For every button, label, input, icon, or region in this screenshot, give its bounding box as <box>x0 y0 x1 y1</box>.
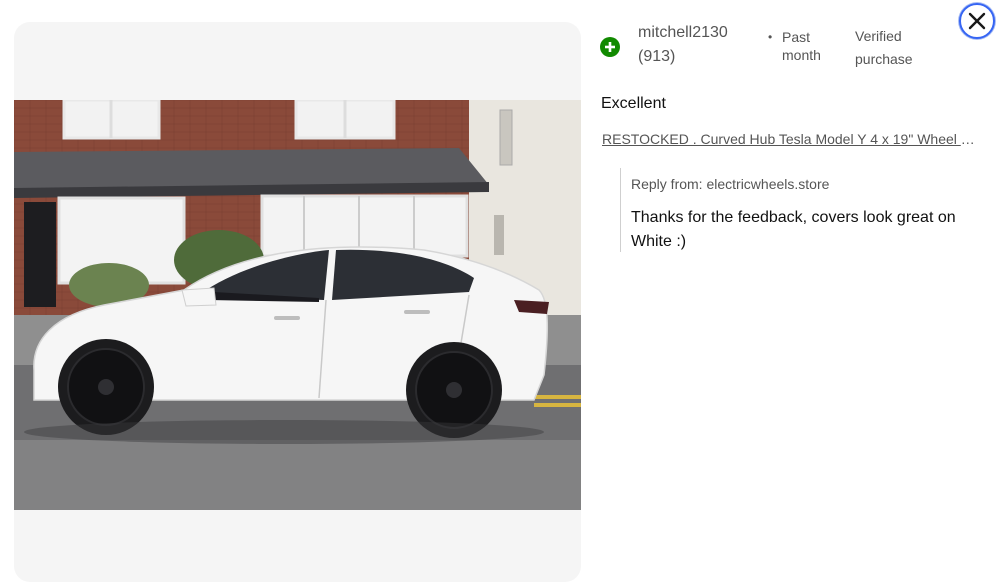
close-icon <box>968 12 986 30</box>
item-title-link[interactable]: RESTOCKED . Curved Hub Tesla Model Y 4 x… <box>602 131 982 147</box>
reviewer-header: mitchell2130 (913) • Past month Verified… <box>600 22 980 72</box>
close-button[interactable] <box>959 3 995 39</box>
reply-text: Thanks for the feedback, covers look gre… <box>631 209 956 250</box>
reviewer-score: (913) <box>638 48 676 65</box>
review-comment: Excellent <box>601 95 666 112</box>
review-photo[interactable] <box>14 100 581 510</box>
reply-from-label: Reply from: electricwheels.store <box>631 176 830 192</box>
review-time-label: Past month <box>782 29 821 63</box>
photo-panel <box>14 22 581 582</box>
verified-purchase-label: Verified purchase <box>855 28 913 67</box>
reviewer-username: mitchell2130 <box>638 24 728 41</box>
seller-reply: Reply from: electricwheels.store Thanks … <box>620 168 961 252</box>
time-bullet: • <box>768 30 773 44</box>
positive-plus-icon <box>600 37 620 57</box>
